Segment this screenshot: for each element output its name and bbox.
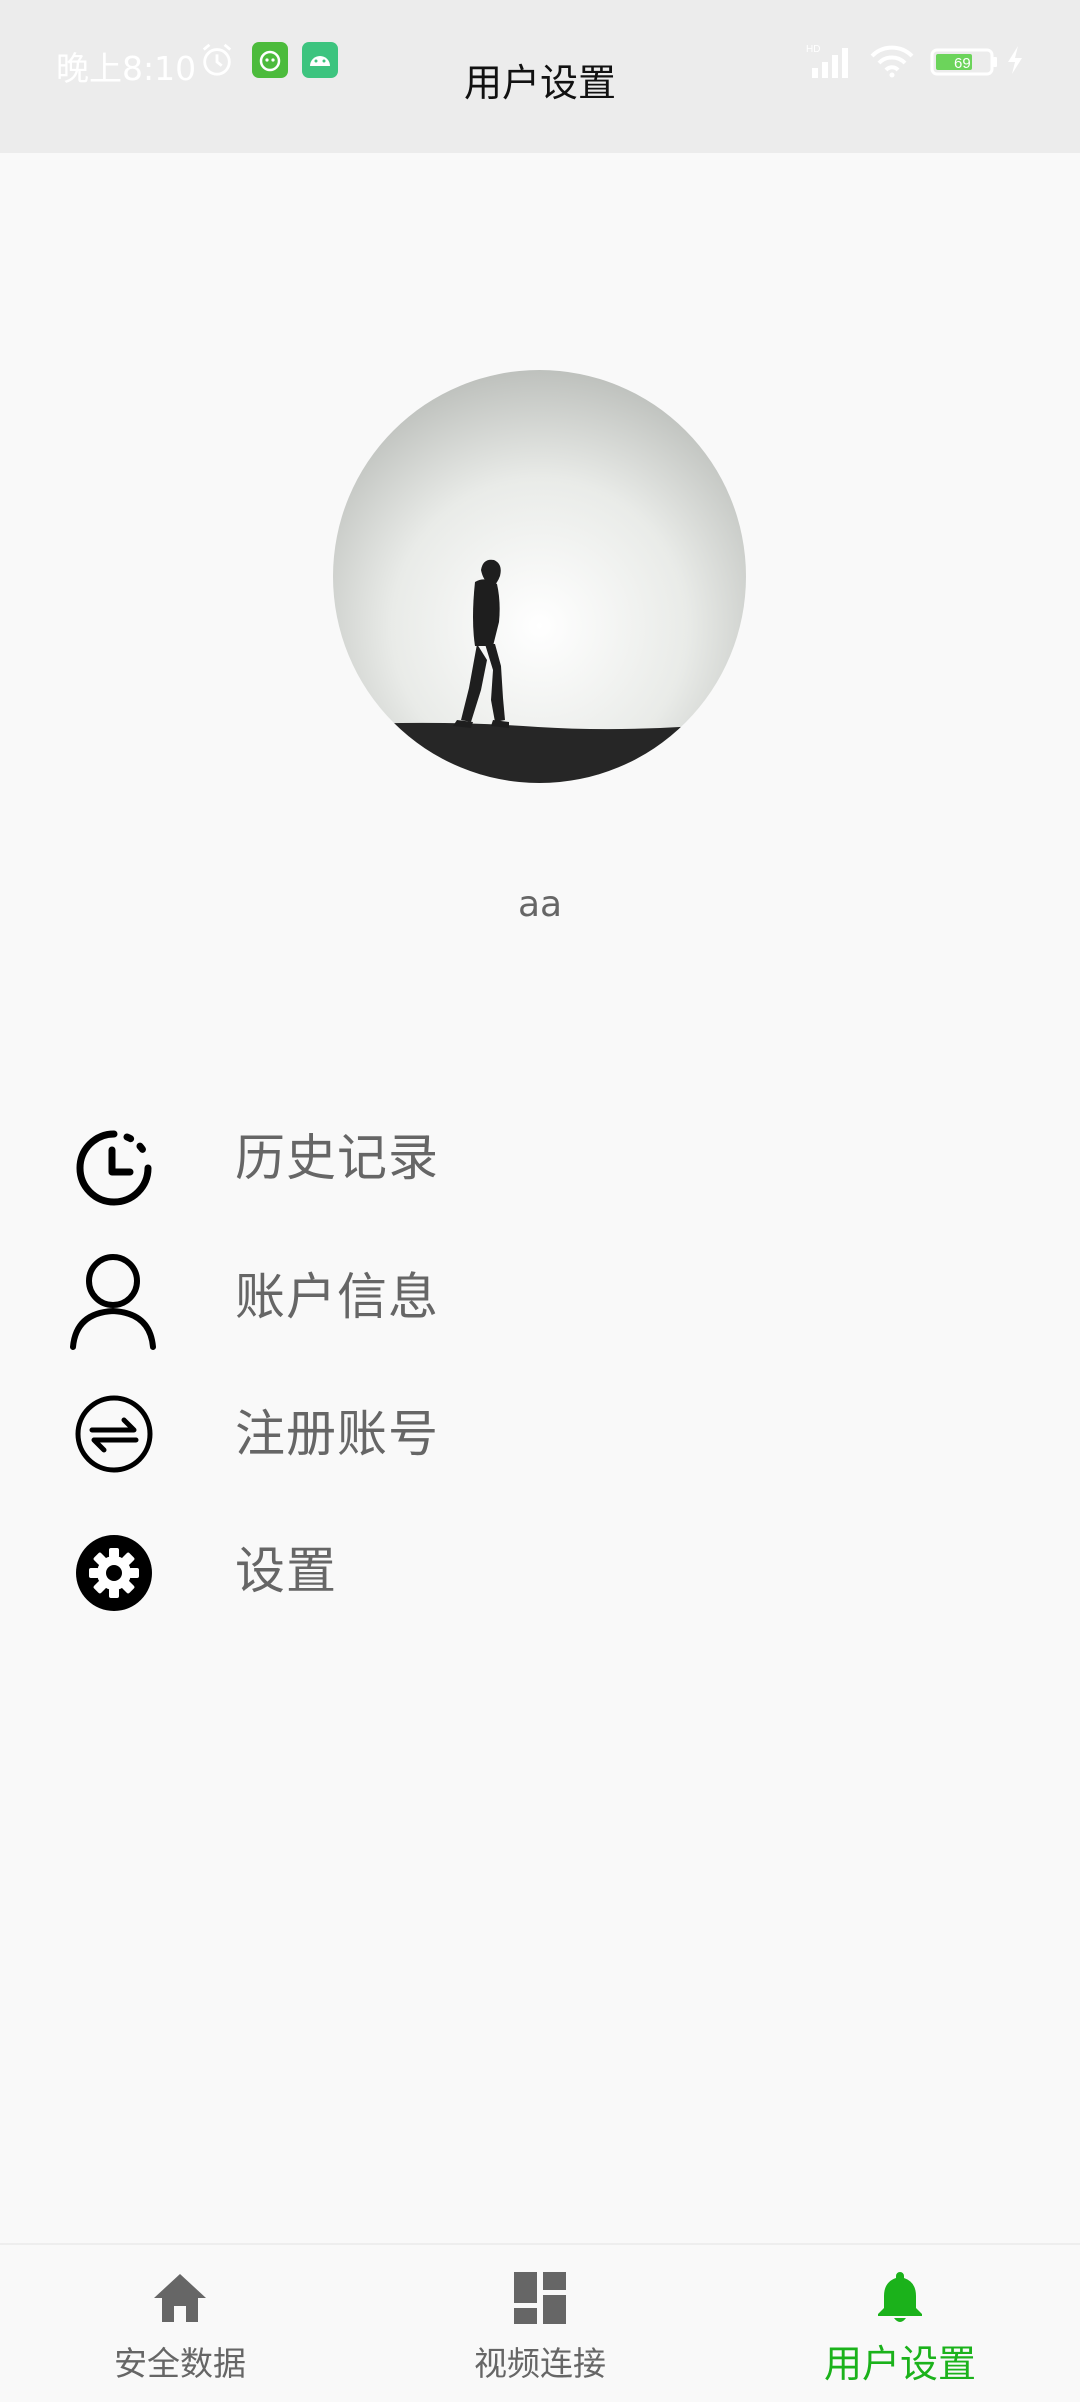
menu-item-account-info[interactable]: 账户信息 bbox=[0, 1229, 1080, 1350]
avatar-image bbox=[333, 370, 746, 783]
page-title: 用户设置 bbox=[463, 61, 616, 105]
username: aa bbox=[517, 884, 563, 925]
nav-label-safety-data: 安全数据 bbox=[114, 2344, 246, 2383]
status-bar: 晚上8:10 HD 69 用户设置 bbox=[0, 0, 1080, 153]
menu-label-register: 注册账号 bbox=[235, 1405, 439, 1463]
switch-icon bbox=[75, 1395, 153, 1473]
menu-label-history: 历史记录 bbox=[235, 1129, 439, 1187]
home-icon bbox=[154, 2274, 206, 2322]
bottom-nav: 安全数据 视频连接 用户设置 bbox=[0, 2243, 1080, 2402]
nav-item-video-connect[interactable]: 视频连接 bbox=[360, 2245, 720, 2402]
person-icon bbox=[70, 1254, 156, 1350]
menu-item-history[interactable]: 历史记录 bbox=[0, 1093, 1080, 1213]
menu-label-account-info: 账户信息 bbox=[235, 1268, 439, 1326]
nav-item-safety-data[interactable]: 安全数据 bbox=[0, 2245, 360, 2402]
bell-icon bbox=[878, 2272, 922, 2322]
menu-item-register[interactable]: 注册账号 bbox=[0, 1366, 1080, 1486]
clock-icon bbox=[76, 1130, 152, 1206]
gear-icon bbox=[76, 1535, 152, 1611]
nav-item-user-settings[interactable]: 用户设置 bbox=[720, 2245, 1080, 2402]
avatar[interactable] bbox=[333, 370, 746, 783]
menu-item-settings[interactable]: 设置 bbox=[0, 1503, 1080, 1623]
dashboard-icon bbox=[514, 2272, 566, 2324]
nav-label-video-connect: 视频连接 bbox=[474, 2344, 606, 2383]
menu-label-settings: 设置 bbox=[235, 1542, 337, 1600]
nav-label-user-settings: 用户设置 bbox=[823, 2342, 976, 2386]
